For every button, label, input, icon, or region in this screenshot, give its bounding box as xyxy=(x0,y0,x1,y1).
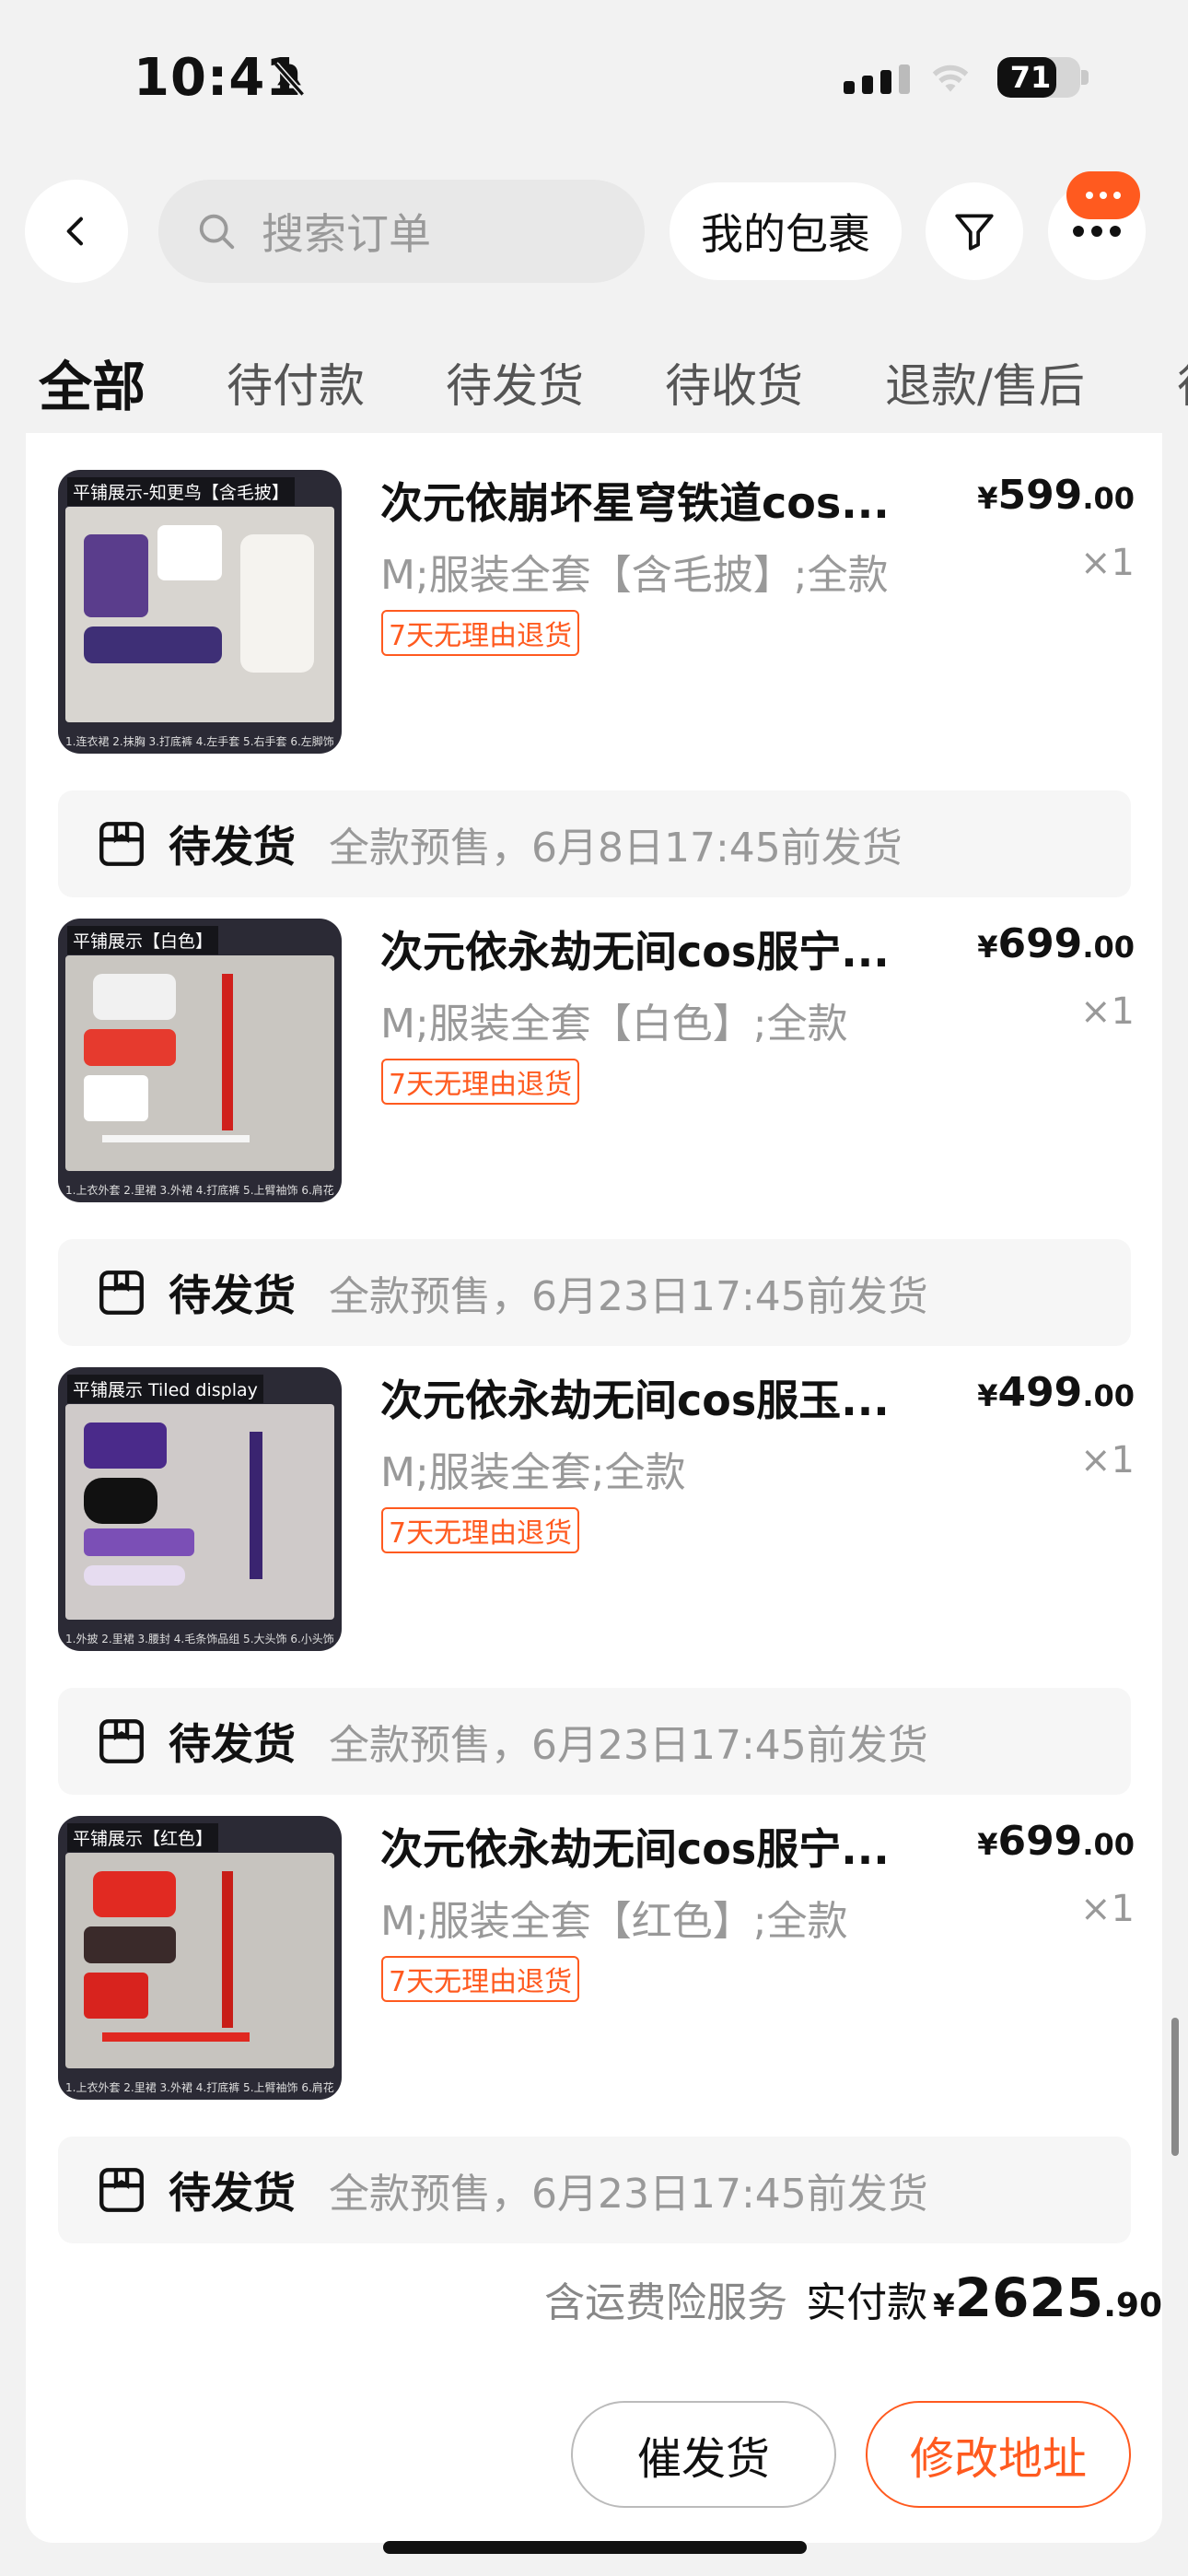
shipment-note: 全款预售，6月8日17:45前发货 xyxy=(329,825,903,872)
scrollbar[interactable] xyxy=(1171,2018,1179,2156)
package-icon xyxy=(99,1270,144,1315)
battery-indicator: 71 xyxy=(997,57,1080,98)
back-icon xyxy=(66,217,83,246)
product-quantity: ×1 xyxy=(1080,1888,1135,1930)
shipment-status: 待发货 xyxy=(169,1270,296,1320)
package-icon xyxy=(99,2168,144,2212)
product-title[interactable]: 次元依永劫无间cos服宁... xyxy=(380,1816,933,1877)
signal-icon xyxy=(844,64,910,94)
paid-label: 实付款 xyxy=(806,2279,928,2326)
home-indicator[interactable] xyxy=(383,2541,807,2554)
package-icon xyxy=(99,822,144,866)
tab-pending-shipment[interactable]: 待发货 xyxy=(446,349,584,416)
change-address-button[interactable]: 修改地址 xyxy=(866,2401,1131,2508)
product-thumbnail[interactable]: 平铺展示【红色】 1.上衣外套 2.里裙 3.外裙 4.打底裤 5.上臂袖饰 6… xyxy=(58,1816,342,2100)
message-badge xyxy=(1066,171,1140,219)
product-spec: M;服装全套【白色】;全款 xyxy=(380,1001,848,1048)
tab-overflow[interactable]: 待 xyxy=(1177,349,1188,416)
product-quantity: ×1 xyxy=(1080,990,1135,1033)
order-item[interactable]: 平铺展示【白色】 1.上衣外套 2.里裙 3.外裙 4.打底裤 5.上臂袖饰 6… xyxy=(26,882,1162,1202)
tab-pending-receipt[interactable]: 待收货 xyxy=(665,349,803,416)
total-amount: 2625 xyxy=(954,2266,1104,2329)
order-tabs: 全部 待付款 待发货 待收货 退款/售后 待 xyxy=(0,332,1188,433)
insurance-label: 含运费险服务 xyxy=(544,2279,788,2326)
status-bar: 10:41 71 xyxy=(0,0,1188,157)
order-item[interactable]: 平铺展示-知更鸟【含毛披】 1.连衣裙 2.抹胸 3.打底裤 4.左手套 5.右… xyxy=(26,433,1162,754)
product-spec: M;服装全套【含毛披】;全款 xyxy=(380,552,889,599)
shipment-note: 全款预售，6月23日17:45前发货 xyxy=(329,2171,928,2218)
return-policy-tag: 7天无理由退货 xyxy=(381,1059,580,1105)
product-thumbnail[interactable]: 平铺展示 Tiled display 1.外披 2.里裙 3.腰封 4.毛条饰品… xyxy=(58,1367,342,1651)
return-policy-tag: 7天无理由退货 xyxy=(381,1956,580,2002)
product-price: ¥699.00 xyxy=(977,1818,1135,1865)
return-policy-tag: 7天无理由退货 xyxy=(381,1507,580,1553)
order-total: 含运费险服务 实付款 ¥ 2625 .90 xyxy=(544,2266,1162,2329)
package-icon xyxy=(99,1719,144,1763)
my-packages-button[interactable]: 我的包裹 xyxy=(670,182,902,280)
order-item[interactable]: 平铺展示【红色】 1.上衣外套 2.里裙 3.外裙 4.打底裤 5.上臂袖饰 6… xyxy=(26,1779,1162,2100)
product-title[interactable]: 次元依永劫无间cos服宁... xyxy=(380,919,933,979)
shipment-status: 待发货 xyxy=(169,2168,296,2218)
more-icon xyxy=(1073,226,1121,237)
product-spec: M;服装全套;全款 xyxy=(380,1449,686,1496)
shipment-status: 待发货 xyxy=(169,822,296,872)
return-policy-tag: 7天无理由退货 xyxy=(381,610,580,656)
search-input[interactable]: 搜索订单 xyxy=(158,180,645,283)
back-button[interactable] xyxy=(25,180,128,283)
shipment-note: 全款预售，6月23日17:45前发货 xyxy=(329,1273,928,1320)
shipment-status-row[interactable]: 待发货 全款预售，6月23日17:45前发货 xyxy=(58,2137,1131,2243)
shipment-status: 待发货 xyxy=(169,1719,296,1769)
order-card: 平铺展示-知更鸟【含毛披】 1.连衣裙 2.抹胸 3.打底裤 4.左手套 5.右… xyxy=(26,433,1162,2543)
shipment-note: 全款预售，6月23日17:45前发货 xyxy=(329,1722,928,1769)
product-quantity: ×1 xyxy=(1080,542,1135,584)
search-icon xyxy=(199,214,235,250)
tab-refund[interactable]: 退款/售后 xyxy=(885,349,1085,416)
filter-button[interactable] xyxy=(926,182,1023,280)
product-price: ¥599.00 xyxy=(977,472,1135,519)
search-placeholder: 搜索订单 xyxy=(262,209,431,259)
product-price: ¥699.00 xyxy=(977,920,1135,967)
tab-pending-payment[interactable]: 待付款 xyxy=(227,349,365,416)
filter-icon xyxy=(955,214,994,251)
product-quantity: ×1 xyxy=(1080,1439,1135,1481)
order-item[interactable]: 平铺展示 Tiled display 1.外披 2.里裙 3.腰封 4.毛条饰品… xyxy=(26,1330,1162,1651)
product-price: ¥499.00 xyxy=(977,1369,1135,1416)
tab-all[interactable]: 全部 xyxy=(39,344,146,421)
product-title[interactable]: 次元依崩坏星穹铁道cos... xyxy=(380,470,933,531)
product-thumbnail[interactable]: 平铺展示【白色】 1.上衣外套 2.里裙 3.外裙 4.打底裤 5.上臂袖饰 6… xyxy=(58,919,342,1202)
wifi-icon xyxy=(932,64,969,92)
urge-shipment-button[interactable]: 催发货 xyxy=(571,2401,836,2508)
top-navigation: 搜索订单 我的包裹 xyxy=(0,157,1188,304)
product-spec: M;服装全套【红色】;全款 xyxy=(380,1898,848,1945)
product-thumbnail[interactable]: 平铺展示-知更鸟【含毛披】 1.连衣裙 2.抹胸 3.打底裤 4.左手套 5.右… xyxy=(58,470,342,754)
product-title[interactable]: 次元依永劫无间cos服玉... xyxy=(380,1367,933,1428)
bell-slash-icon xyxy=(273,62,306,97)
